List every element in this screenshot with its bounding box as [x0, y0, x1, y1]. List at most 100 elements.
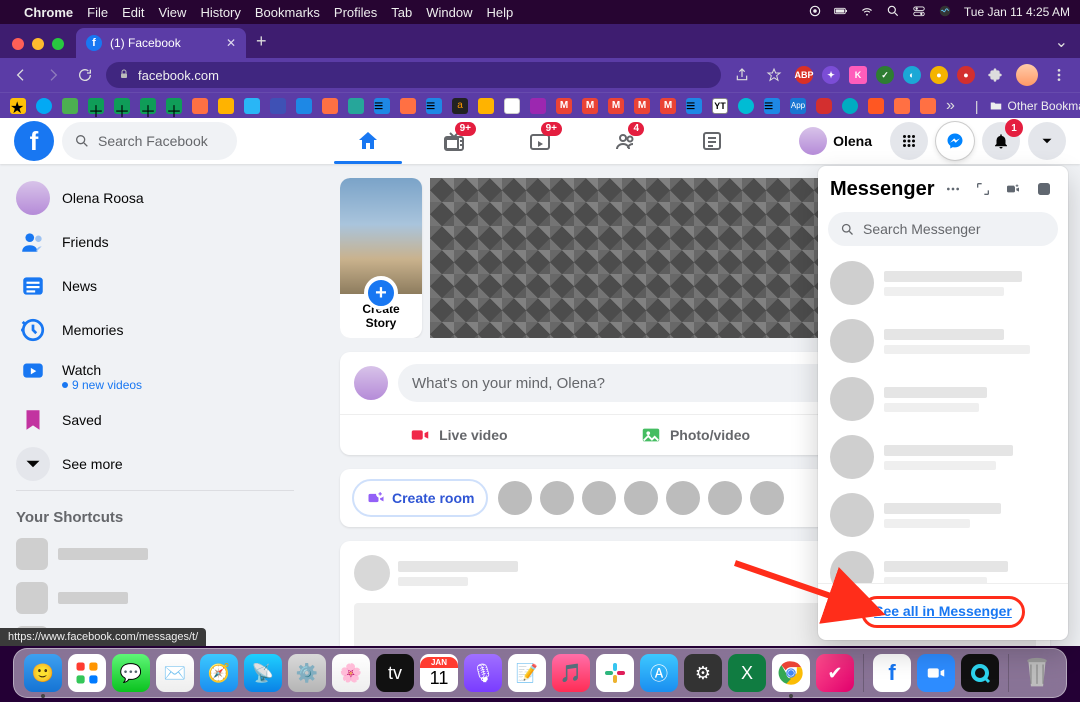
sidebar-item-memories[interactable]: Memories: [8, 308, 302, 352]
extension-icon[interactable]: ●: [957, 66, 975, 84]
tab-home[interactable]: [328, 118, 408, 164]
dock-app-mail[interactable]: ✉️: [156, 654, 194, 692]
bookmark-icon[interactable]: a: [452, 98, 468, 114]
conversation-item[interactable]: [824, 254, 1062, 312]
bookmark-icon[interactable]: [244, 98, 260, 114]
conversation-item[interactable]: [824, 544, 1062, 583]
bookmark-icon[interactable]: M: [608, 98, 624, 114]
menu-history[interactable]: History: [200, 5, 240, 20]
contact-avatar[interactable]: [750, 481, 784, 515]
sidebar-item-news[interactable]: News: [8, 264, 302, 308]
sidebar-item-saved[interactable]: Saved: [8, 398, 302, 442]
dock-app-todoist[interactable]: ✔: [816, 654, 854, 692]
bookmark-icon[interactable]: ≡: [374, 98, 390, 114]
extension-icon[interactable]: ◐: [903, 66, 921, 84]
address-bar[interactable]: facebook.com: [106, 62, 721, 88]
dock-app-music[interactable]: 🎵: [552, 654, 590, 692]
dock-app-airdrop[interactable]: 📡: [244, 654, 282, 692]
bookmark-icon[interactable]: M: [660, 98, 676, 114]
nav-back-button[interactable]: [10, 64, 32, 86]
control-center-icon[interactable]: [912, 4, 926, 21]
dock-app-zoom[interactable]: [917, 654, 955, 692]
bookmark-icon[interactable]: [894, 98, 910, 114]
bookmark-icon[interactable]: M: [634, 98, 650, 114]
post-author-avatar[interactable]: [354, 555, 390, 591]
bookmarks-overflow-icon[interactable]: »: [946, 97, 955, 115]
bookmark-icon[interactable]: ≡: [426, 98, 442, 114]
see-all-in-messenger-link[interactable]: See all in Messenger: [874, 603, 1012, 619]
tab-close-icon[interactable]: ✕: [226, 36, 236, 50]
sidebar-item-profile[interactable]: Olena Roosa: [8, 176, 302, 220]
screen-record-icon[interactable]: [808, 4, 822, 21]
dock-app-system[interactable]: ⚙: [684, 654, 722, 692]
extensions-menu-icon[interactable]: [984, 64, 1006, 86]
account-dropdown-button[interactable]: [1028, 122, 1066, 160]
spotlight-icon[interactable]: [886, 4, 900, 21]
tab-marketplace[interactable]: 9+: [500, 118, 580, 164]
tab-watch[interactable]: 9+: [414, 118, 494, 164]
shortcut-item[interactable]: [8, 576, 302, 620]
dock-app-finder[interactable]: 🙂: [24, 654, 62, 692]
profile-chip[interactable]: Olena: [796, 124, 882, 158]
tab-news[interactable]: [672, 118, 752, 164]
bookmark-icon[interactable]: [296, 98, 312, 114]
shortcut-item[interactable]: [8, 532, 302, 576]
conversation-item[interactable]: [824, 486, 1062, 544]
messenger-button[interactable]: [936, 122, 974, 160]
menubar-clock[interactable]: Tue Jan 11 4:25 AM: [964, 5, 1070, 19]
bookmark-icon[interactable]: [842, 98, 858, 114]
window-controls[interactable]: [8, 38, 70, 58]
bookmark-icon[interactable]: [400, 98, 416, 114]
create-room-button[interactable]: Create room: [352, 479, 488, 517]
wifi-icon[interactable]: [860, 4, 874, 21]
live-video-button[interactable]: Live video: [340, 415, 577, 455]
facebook-logo-icon[interactable]: f: [14, 121, 54, 161]
messenger-options-icon[interactable]: [941, 176, 965, 202]
dock-app-chrome[interactable]: [772, 654, 810, 692]
menu-file[interactable]: File: [87, 5, 108, 20]
bookmark-icon[interactable]: ≡: [686, 98, 702, 114]
bookmark-icon[interactable]: [270, 98, 286, 114]
dock-app-podcasts[interactable]: 🎙: [464, 654, 502, 692]
bookmark-icon[interactable]: [504, 98, 520, 114]
conversation-item[interactable]: [824, 312, 1062, 370]
menu-bookmarks[interactable]: Bookmarks: [255, 5, 320, 20]
bookmark-star-icon[interactable]: [763, 64, 785, 86]
extension-icon[interactable]: ABP: [795, 66, 813, 84]
dock-app-slack[interactable]: [596, 654, 634, 692]
bookmark-icon[interactable]: [530, 98, 546, 114]
contact-avatar[interactable]: [540, 481, 574, 515]
nav-reload-button[interactable]: [74, 64, 96, 86]
messenger-expand-icon[interactable]: [971, 176, 995, 202]
bookmark-icon[interactable]: [738, 98, 754, 114]
bookmark-icon[interactable]: ★: [10, 98, 26, 114]
contact-avatar[interactable]: [708, 481, 742, 515]
chrome-profile-avatar[interactable]: [1016, 64, 1038, 86]
extension-icon[interactable]: ✓: [876, 66, 894, 84]
dock-app-facebook[interactable]: f: [873, 654, 911, 692]
siri-icon[interactable]: [938, 4, 952, 21]
other-bookmarks-folder[interactable]: Other Bookmarks: [989, 99, 1080, 113]
menu-grid-button[interactable]: [890, 122, 928, 160]
bookmark-icon[interactable]: [868, 98, 884, 114]
battery-icon[interactable]: [834, 4, 848, 21]
menu-profiles[interactable]: Profiles: [334, 5, 377, 20]
bookmark-icon[interactable]: [920, 98, 936, 114]
messenger-conversation-list[interactable]: [818, 254, 1068, 583]
bookmark-icon[interactable]: [348, 98, 364, 114]
sidebar-item-friends[interactable]: Friends: [8, 220, 302, 264]
dock-app-appletv[interactable]: tv: [376, 654, 414, 692]
bookmark-icon[interactable]: ≡: [764, 98, 780, 114]
app-menu[interactable]: Chrome: [24, 5, 73, 20]
bookmark-icon[interactable]: [478, 98, 494, 114]
extension-icon[interactable]: K: [849, 66, 867, 84]
share-icon[interactable]: [731, 64, 753, 86]
dock-app-notes[interactable]: 📝: [508, 654, 546, 692]
menu-window[interactable]: Window: [426, 5, 472, 20]
messenger-new-video-icon[interactable]: [1001, 176, 1025, 202]
bookmark-icon[interactable]: ＋: [140, 98, 156, 114]
menu-edit[interactable]: Edit: [122, 5, 144, 20]
dock-app-excel[interactable]: X: [728, 654, 766, 692]
bookmark-icon[interactable]: App: [790, 98, 806, 114]
dock-app-quicktime[interactable]: [961, 654, 999, 692]
